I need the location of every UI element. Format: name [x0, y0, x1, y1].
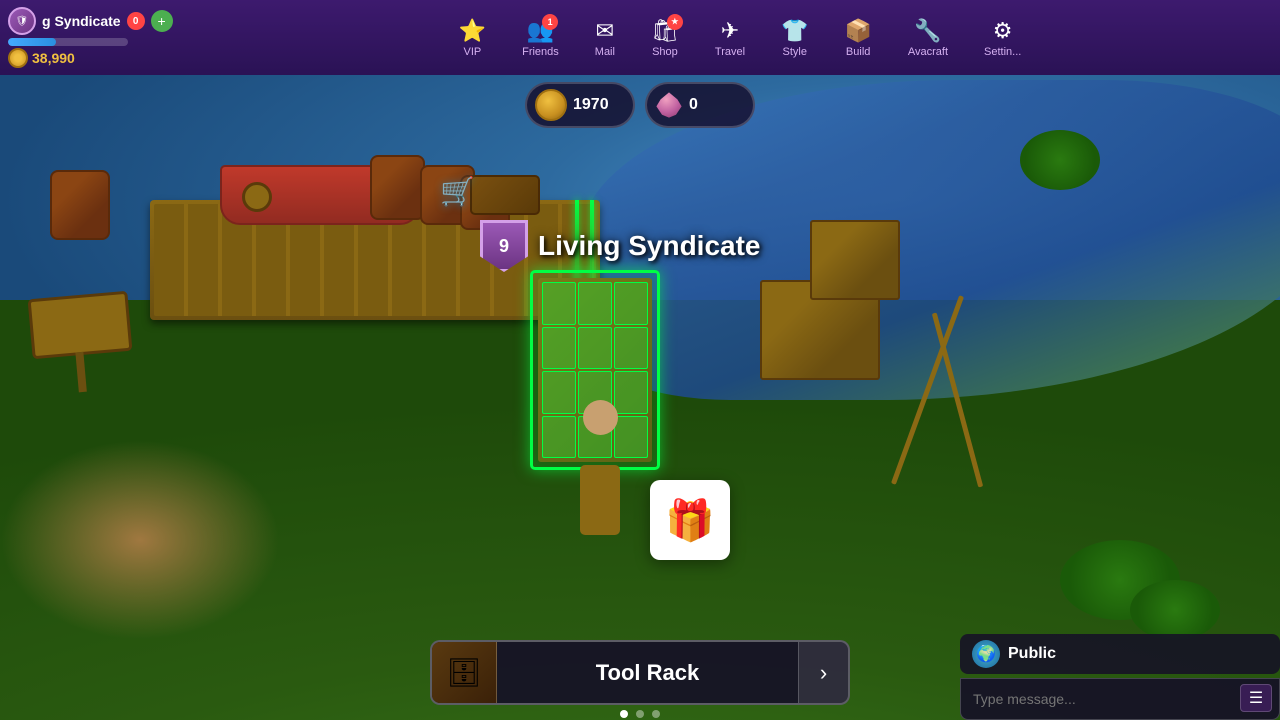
main-nav: ⭐ VIP 👥 1 Friends ✉ Mail 🛍 ★ Shop — [200, 14, 1280, 62]
boat-window — [242, 182, 272, 212]
nav-item-friends[interactable]: 👥 1 Friends — [514, 14, 567, 62]
chat-area: 🌍 Public ☰ — [960, 634, 1280, 720]
notification-badge: 0 — [127, 12, 145, 30]
style-icon: 👕 — [781, 18, 808, 43]
dot-3 — [652, 710, 660, 718]
nav-label-build: Build — [846, 46, 870, 58]
player-name: g Syndicate — [42, 13, 121, 29]
shop-badge: ★ — [667, 14, 683, 30]
top-nav-bar: 🛡 g Syndicate 0 + 38,990 ⭐ VIP 👥 1 — [0, 0, 1280, 75]
nav-item-mail[interactable]: ✉ Mail — [587, 14, 623, 62]
message-input[interactable] — [960, 678, 1280, 720]
player-info: 🛡 g Syndicate 0 + 38,990 — [0, 7, 200, 68]
guild-shield-icon: 9 — [480, 220, 528, 272]
nav-label-vip: VIP — [464, 46, 482, 58]
friends-badge: 1 — [542, 14, 558, 30]
player-character — [570, 400, 630, 520]
nav-item-travel[interactable]: ✈ Travel — [707, 14, 753, 62]
nav-item-style[interactable]: 👕 Style — [773, 14, 816, 62]
item-display: 🗄 Tool Rack › — [430, 640, 850, 705]
item-thumbnail: 🗄 — [432, 640, 497, 705]
nav-label-mail: Mail — [595, 46, 615, 58]
cart-icon: 🛒 — [440, 175, 475, 208]
barrel — [370, 155, 425, 220]
nav-label-avacraft: Avacraft — [908, 46, 948, 58]
nav-label-friends: Friends — [522, 46, 559, 58]
bush — [1130, 580, 1220, 640]
gold-currency-pill[interactable]: 1970 — [525, 82, 635, 128]
character-head — [583, 400, 618, 435]
public-channel-button[interactable]: 🌍 Public — [960, 634, 1280, 674]
guild-tooltip: 9 Living Syndicate — [480, 220, 761, 272]
gold-amount: 38,990 — [32, 50, 75, 66]
dot-indicators — [430, 710, 850, 718]
settings-icon: ⚙ — [993, 18, 1013, 43]
character-body — [580, 465, 620, 535]
xp-bar-row — [8, 38, 192, 46]
barrel — [50, 170, 110, 240]
nav-item-shop[interactable]: 🛍 ★ Shop — [643, 14, 687, 62]
currency-display: 1970 0 — [525, 82, 755, 128]
log-pile — [470, 175, 540, 215]
next-item-button[interactable]: › — [798, 640, 848, 705]
gift-box-icon[interactable]: 🎁 — [650, 480, 730, 560]
add-button[interactable]: + — [151, 10, 173, 32]
vip-icon: ⭐ — [459, 18, 486, 43]
xp-fill — [8, 38, 56, 46]
nav-item-avacraft[interactable]: 🔧 Avacraft — [900, 14, 956, 62]
nav-item-vip[interactable]: ⭐ VIP — [451, 14, 494, 62]
gold-icon — [535, 89, 567, 121]
guild-badge-icon: 🛡 — [8, 7, 36, 35]
bottom-bar: 🗄 Tool Rack › — [430, 640, 850, 720]
xp-bar — [8, 38, 128, 46]
dot-1 — [620, 710, 628, 718]
nav-label-settings: Settin... — [984, 46, 1021, 58]
nav-item-build[interactable]: 📦 Build — [836, 14, 879, 62]
bush — [1020, 130, 1100, 190]
currency-row: 38,990 — [8, 48, 192, 68]
gold-value: 1970 — [573, 96, 609, 114]
channel-label: Public — [1008, 645, 1056, 663]
nav-label-travel: Travel — [715, 46, 745, 58]
guild-name: Living Syndicate — [538, 230, 761, 262]
item-thumbnail-icon: 🗄 — [446, 656, 482, 689]
mail-icon: ✉ — [596, 18, 614, 43]
coin-icon — [8, 48, 28, 68]
crate — [810, 220, 900, 300]
gem-currency-pill[interactable]: 0 — [645, 82, 755, 128]
travel-icon: ✈ — [721, 18, 739, 43]
dot-2 — [636, 710, 644, 718]
avacraft-icon: 🔧 — [914, 18, 941, 43]
player-name-row: 🛡 g Syndicate 0 + — [8, 7, 192, 35]
nav-item-settings[interactable]: ⚙ Settin... — [976, 14, 1029, 62]
dirt-path — [0, 440, 280, 640]
gem-icon — [655, 91, 683, 119]
gem-value: 0 — [689, 96, 698, 114]
build-icon: 📦 — [844, 18, 871, 43]
chat-menu-button[interactable]: ☰ — [1240, 684, 1272, 712]
globe-icon: 🌍 — [972, 640, 1000, 668]
nav-label-shop: Shop — [652, 46, 678, 58]
nav-label-style: Style — [783, 46, 807, 58]
item-name-label: Tool Rack — [497, 660, 798, 686]
wooden-sign — [28, 291, 133, 359]
